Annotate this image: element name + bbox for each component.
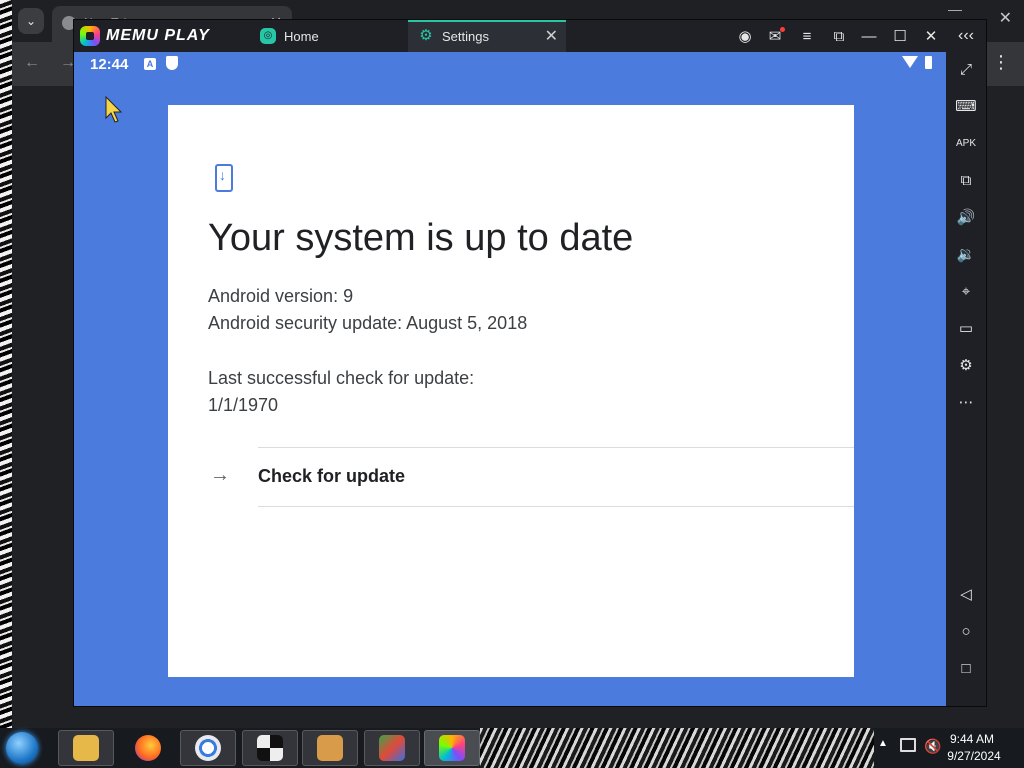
chrome-menu-icon[interactable]: ⋮ (992, 52, 1010, 73)
system-update-card: Your system is up to date Android versio… (168, 105, 854, 677)
battery-icon (925, 56, 932, 69)
memu-tab-label: Settings (442, 29, 489, 44)
status-time: 12:44 (90, 56, 129, 73)
location-icon[interactable]: ⌖ (955, 281, 977, 303)
phone-download-icon (215, 164, 233, 192)
keyboard-icon[interactable]: ⌨ (955, 96, 977, 118)
home-app-icon: ◎ (260, 28, 276, 44)
check-for-update-label: Check for update (258, 466, 406, 486)
volume-down-icon[interactable]: 🔉 (955, 244, 977, 266)
more-icon[interactable]: ⋯ (955, 392, 977, 414)
memu-tab-label: Home (284, 29, 319, 44)
memu-logo-icon (80, 26, 100, 46)
memu-tab-home[interactable]: ◎ Home (250, 20, 404, 52)
android-status-bar: 12:44 A (74, 52, 946, 78)
back-arrow-icon[interactable]: ← (24, 54, 40, 72)
tab-close-icon[interactable]: ✕ (545, 26, 558, 46)
notification-dot (780, 27, 785, 32)
android-back-icon[interactable]: ◁ (955, 584, 977, 606)
app-notification-icon: A (144, 58, 156, 70)
last-check-date: 1/1/1970 (208, 395, 279, 415)
close-icon[interactable]: ✕ (920, 26, 942, 48)
page-title: Your system is up to date (208, 217, 634, 259)
settings-gear-icon: ⚙ (419, 27, 433, 44)
screen-record-icon[interactable]: ⧉ (828, 26, 850, 48)
show-hidden-icons[interactable]: ▲ (878, 738, 888, 749)
clock-time[interactable]: 9:44 AM (940, 732, 1004, 746)
fullscreen-icon[interactable]: ⤢ (955, 59, 977, 81)
android-home-icon[interactable]: ○ (955, 621, 977, 643)
mail-icon[interactable]: ✉ (764, 26, 786, 48)
mouse-cursor-icon (105, 96, 123, 123)
security-update-text: Android security update: August 5, 2018 (208, 313, 528, 333)
divider (258, 506, 854, 507)
divider (258, 447, 854, 448)
chrome-close-button[interactable]: ✕ (999, 8, 1012, 28)
volume-muted-icon[interactable]: 🔇 (924, 738, 941, 755)
network-icon[interactable] (900, 738, 916, 752)
clock-date[interactable]: 9/27/2024 (940, 749, 1008, 763)
memu-window: MEMU PLAY ◎ Home ⚙ Settings ✕ ◉ ✉ ≡ ⧉ — … (74, 20, 986, 706)
volume-up-icon[interactable]: 🔊 (955, 207, 977, 229)
memu-sidebar: ⤢ ⌨ APK ⧉ 🔊 🔉 ⌖ ▭ ⚙ ⋯ ◁ ○ □ (946, 52, 986, 706)
menu-icon[interactable]: ≡ (796, 26, 818, 48)
system-tray: ▲ 🔇 9:44 AM 9/27/2024 (0, 728, 1024, 768)
minimize-icon[interactable]: — (858, 26, 880, 48)
memu-titlebar: MEMU PLAY ◎ Home ⚙ Settings ✕ ◉ ✉ ≡ ⧉ — … (74, 20, 986, 52)
chrome-tab-search-button[interactable]: ⌄ (18, 8, 44, 34)
android-recents-icon[interactable]: □ (955, 658, 977, 680)
shield-icon (166, 56, 178, 70)
wifi-icon (902, 56, 918, 68)
last-check-label: Last successful check for update: (208, 368, 475, 388)
memu-tab-settings[interactable]: ⚙ Settings ✕ (408, 20, 566, 52)
android-screen: 12:44 A Your system is up to date Androi… (74, 52, 946, 706)
account-icon[interactable]: ◉ (734, 26, 756, 48)
desktop-wallpaper (0, 0, 12, 728)
collapse-sidebar-icon[interactable]: ‹‹‹ (946, 20, 986, 52)
arrow-right-icon: → (210, 464, 230, 486)
multi-instance-icon[interactable]: ⧉ (955, 170, 977, 192)
memu-logo-text: MEMU PLAY (106, 27, 210, 44)
maximize-icon[interactable]: ☐ (889, 26, 911, 48)
folder-icon[interactable]: ▭ (955, 318, 977, 340)
memu-logo: MEMU PLAY (80, 26, 240, 48)
chrome-minimize-button[interactable] (948, 10, 962, 11)
settings-icon[interactable]: ⚙ (955, 355, 977, 377)
apk-install-icon[interactable]: APK (955, 133, 977, 155)
android-version-text: Android version: 9 (208, 286, 354, 306)
check-for-update-button[interactable]: → Check for update (168, 447, 854, 507)
